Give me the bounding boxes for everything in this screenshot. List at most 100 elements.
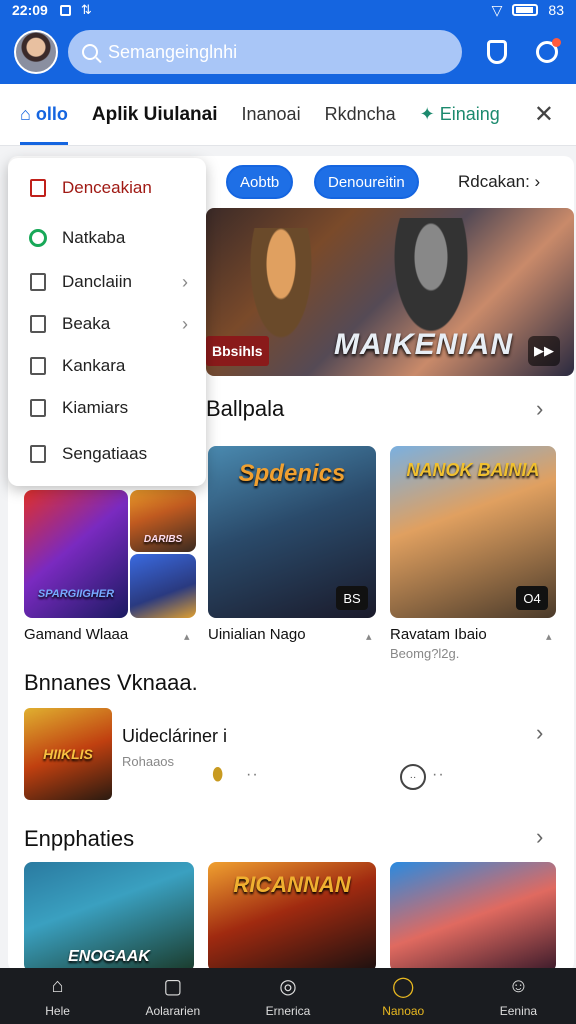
circle-green-icon [28, 228, 48, 248]
menu-item-6-label: Kiamiars [62, 398, 129, 417]
tab-bar: ⌂ ollo Aplik Uiulanai Inanoai Rkdncha ✦ … [0, 84, 576, 146]
tile3-bookmark-icon[interactable]: ▴ [546, 630, 552, 643]
list-icon [28, 272, 48, 292]
search-bar[interactable]: Semangeinglnhi [68, 30, 462, 74]
menu-item-5[interactable]: Kankara [8, 346, 206, 386]
chips-more-link[interactable]: Rdcakan: › [458, 172, 540, 192]
nav-search[interactable]: ◯ Nanoao [346, 968, 461, 1024]
settings-button[interactable] [532, 37, 562, 67]
status-time: 22:09 [12, 2, 48, 18]
tile3-name: Ravatam Ibaio [390, 626, 487, 643]
tile3-badge: O4 [516, 586, 548, 610]
bottom-nav: ⌂ Hele ▢ Aolararien ◎ Ernerica ◯ Nanoao … [0, 968, 576, 1024]
dropdown-menu: Denceakian Natkaba Danclaiin › Beaka › K… [8, 158, 206, 486]
shield-button[interactable] [482, 37, 512, 67]
menu-item-1[interactable]: Denceakian [8, 168, 206, 208]
tile3-sub: Beomg?l2g. [390, 646, 460, 661]
book-icon [28, 314, 48, 334]
section3-arrow-icon[interactable]: › [536, 824, 543, 850]
banner-tag: Bbsihls [206, 336, 269, 366]
tile2-art-text: Spdenics [238, 460, 346, 487]
chips-more-label: Rdcakan: [458, 172, 530, 191]
tab-home-label: ollo [35, 104, 68, 124]
notification-icon [59, 4, 71, 16]
tab-fifth-label: Einaing [439, 104, 500, 124]
face-icon[interactable]: ·· [400, 764, 426, 790]
tile3-art-text: NANOK BAINIA [406, 460, 540, 480]
nav-home[interactable]: ⌂ Hele [0, 968, 115, 1024]
game-tile-3[interactable]: NANOK BAINIA O4 [390, 446, 556, 618]
more-dots-icon[interactable]: ·· [246, 766, 259, 784]
search-nav-icon: ◯ [392, 975, 415, 998]
nav-profile[interactable]: ☺ Eenina [461, 968, 576, 1024]
app-header: Semangeinglnhi [0, 20, 576, 84]
list-item[interactable]: HIIKLIS Uidecláriner i Rohaaos ⬮ ·· ·· ·… [24, 708, 564, 804]
shield-icon [487, 40, 507, 64]
card-icon [28, 398, 48, 418]
tile2-name: Uinialian Nago [208, 626, 306, 643]
tab-apps[interactable]: Aplik Uiulanai [92, 104, 218, 126]
section2-title: Bnnanes Vknaaa. [24, 670, 198, 695]
tab-home[interactable]: ⌂ ollo [20, 104, 68, 145]
menu-item-5-label: Kankara [62, 356, 126, 375]
chip-filter-2[interactable]: Denoureitin [314, 165, 419, 199]
nav-home-label: Hele [45, 1004, 70, 1018]
search-icon [82, 44, 98, 60]
avatar[interactable] [14, 30, 58, 74]
tab-third[interactable]: Inanoai [242, 104, 301, 125]
banner-play-button[interactable]: ▶▶ [528, 336, 560, 366]
tile5-art-text: RICANNAN [233, 872, 351, 897]
search-placeholder: Semangeinglnhi [108, 41, 238, 62]
featured-banner[interactable]: Bbsihls MAIKENIAN ▶▶ [206, 208, 574, 376]
tile1-name: Gamand Wlaaa [24, 626, 129, 643]
battery-icon [512, 4, 539, 16]
menu-item-2-label: Natkaba [62, 228, 126, 247]
list-thumb-text: HIIKLIS [43, 746, 93, 762]
menu-item-3[interactable]: Danclaiin › [8, 262, 206, 302]
tile2-bookmark-icon[interactable]: ▴ [366, 630, 372, 643]
tile1-bookmark-icon[interactable]: ▴ [184, 630, 190, 643]
compass-icon: ◎ [279, 975, 297, 998]
list-item-arrow-icon[interactable]: › [536, 720, 543, 746]
game-tile-5[interactable]: RICANNAN [208, 862, 376, 972]
game-tile-1c[interactable] [130, 554, 196, 618]
chip-filter-1[interactable]: Aobtb [226, 165, 294, 199]
profile-icon: ☺ [508, 974, 529, 997]
coin-icon[interactable]: ⬮ [212, 764, 223, 785]
banner-figure-left [246, 228, 316, 348]
document-red-icon [28, 178, 48, 198]
game-tile-1b[interactable]: DARIBS [130, 490, 196, 552]
menu-item-7-label: Sengatiaas [62, 444, 148, 463]
game-tile-6[interactable] [390, 862, 556, 972]
menu-item-4[interactable]: Beaka › [8, 304, 206, 344]
menu-item-7[interactable]: Sengatiaas [8, 434, 206, 474]
nav-messages[interactable]: ▢ Aolararien [115, 968, 230, 1024]
menu-item-1-label: Denceakian [62, 178, 152, 197]
nav-explore-label: Ernerica [265, 1004, 311, 1018]
menu-item-4-label: Beaka [62, 314, 111, 333]
close-icon[interactable]: ✕ [534, 100, 554, 129]
list-item-title: Uidecláriner i [122, 726, 228, 746]
more-dots-icon-2[interactable]: ·· [432, 766, 445, 784]
game-tile-4[interactable]: ENOGAAK [24, 862, 194, 972]
nav-explore[interactable]: ◎ Ernerica [230, 968, 345, 1024]
nav-messages-label: Aolararien [145, 1004, 201, 1018]
message-icon: ▢ [163, 975, 183, 998]
section1-title: Ballpala [206, 396, 285, 421]
menu-item-2[interactable]: Natkaba [8, 218, 206, 258]
menu-item-6[interactable]: Kiamiars [8, 388, 206, 428]
home-icon: ⌂ [51, 974, 64, 997]
tab-fifth[interactable]: ✦ Einaing [420, 104, 500, 125]
section1-arrow-icon[interactable]: › [536, 396, 543, 422]
game-tile-2[interactable]: Spdenics BS [208, 446, 376, 618]
settings-icon [28, 444, 48, 464]
tile1b-art-text: DARIBS [143, 534, 183, 545]
chevron-right-icon: › [182, 271, 188, 292]
game-tile-1[interactable]: SPARGIIGHER [24, 490, 128, 618]
tab-fourth[interactable]: Rkdncha [325, 104, 396, 125]
tile4-art-text: ENOGAAK [68, 948, 150, 965]
wifi-icon: ▽ [491, 1, 503, 18]
banner-title: MAIKENIAN [334, 328, 513, 361]
section3-title: Enpphaties [24, 826, 135, 851]
tile1-art-text: SPARGIIGHER [37, 588, 115, 600]
